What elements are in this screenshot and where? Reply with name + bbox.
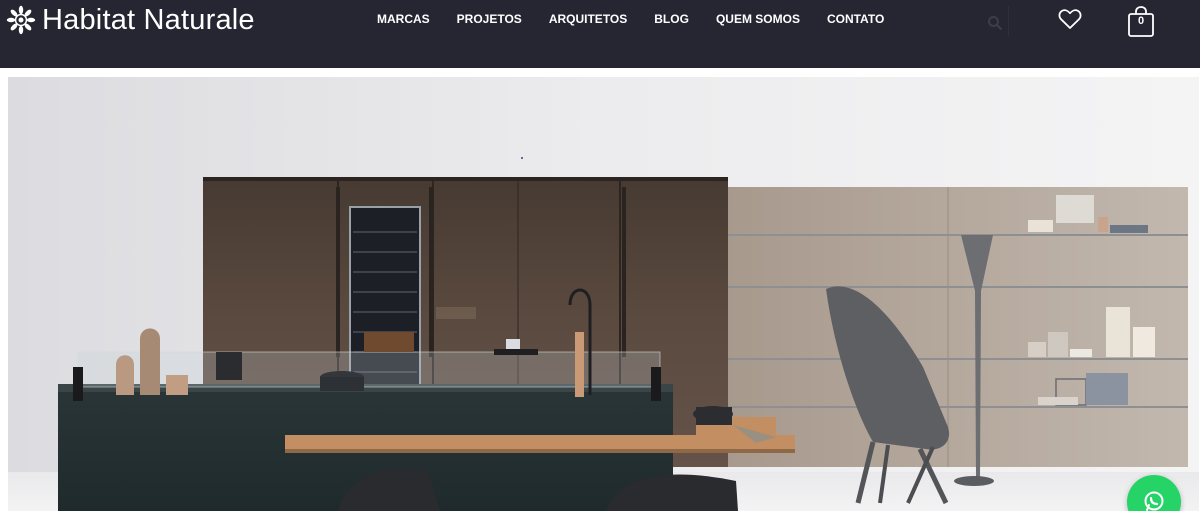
brand-name: Habitat Naturale (42, 3, 255, 36)
sunflower-icon (6, 5, 36, 35)
nav-item-arquitetos[interactable]: ARQUITETOS (549, 12, 627, 26)
nav-item-quem-somos[interactable]: QUEM SOMOS (716, 12, 800, 26)
whatsapp-icon (1144, 491, 1164, 511)
nav-item-blog[interactable]: BLOG (654, 12, 689, 26)
hero-kitchen-image (8, 77, 1199, 511)
nav-item-contato[interactable]: CONTATO (827, 12, 884, 26)
nav-item-projetos[interactable]: PROJETOS (457, 12, 522, 26)
site-logo[interactable]: Habitat Naturale (6, 2, 255, 38)
site-header: Habitat Naturale MARCAS PROJETOS ARQUITE… (0, 0, 1200, 68)
main-nav: MARCAS PROJETOS ARQUITETOS BLOG QUEM SOM… (377, 12, 911, 26)
kitchen-scene (8, 77, 1199, 511)
cart-count-badge: 0 (1137, 15, 1145, 27)
nav-item-marcas[interactable]: MARCAS (377, 12, 430, 26)
header-divider (1008, 6, 1009, 36)
heart-icon[interactable] (1058, 8, 1082, 30)
search-icon[interactable] (987, 15, 1003, 31)
